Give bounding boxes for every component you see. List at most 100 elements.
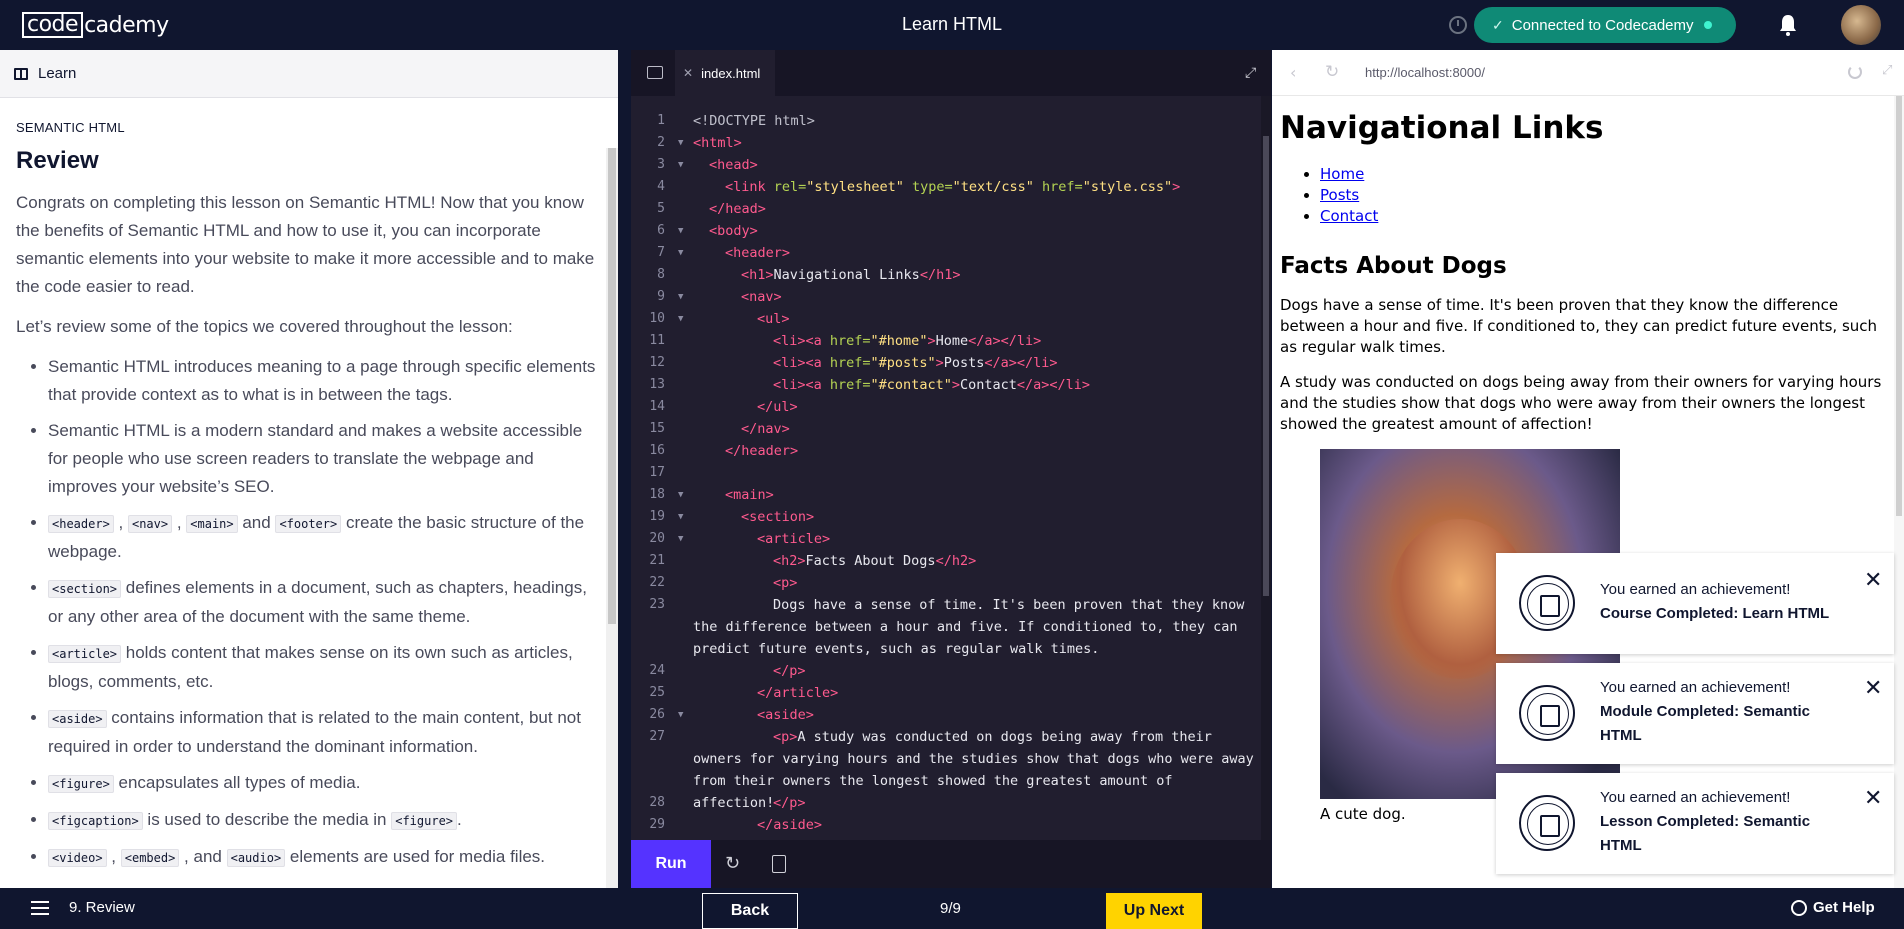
avatar[interactable] [1841,5,1881,45]
line-number: 3 [657,157,665,172]
code-token: > [935,355,944,371]
close-icon[interactable]: ✕ [1864,785,1882,811]
code-token: </a></li> [968,333,1042,349]
code-token: Navigational Links [773,267,920,283]
code-token: </ul> [757,399,798,415]
code-line: 12 <li><a href="#posts">Posts</a></li> [631,352,1271,374]
code-token: <aside> [757,707,814,723]
scrollbar-thumb[interactable] [608,148,616,624]
line-number: 9 [657,289,665,304]
timer-icon[interactable] [1449,16,1467,34]
scrollbar-thumb[interactable] [1896,96,1902,516]
code-token: "style.css" [1082,179,1173,195]
connected-status-button[interactable]: ✓ Connected to Codecademy [1474,7,1736,43]
book-icon [14,67,28,80]
code-token: > [1172,179,1181,195]
code-token: Home [935,333,969,349]
learn-scrollbar[interactable] [606,148,618,888]
list-item: <figure> encapsulates all types of media… [48,769,602,798]
code-token: </nav> [741,421,790,437]
code-line: 8 <h1>Navigational Links</h1> [631,264,1271,286]
lesson-breadcrumb[interactable]: 9. Review [69,899,135,916]
line-number: 24 [649,663,665,678]
back-arrow-icon[interactable]: ‹ [1290,63,1296,82]
list-item: <figcaption> is used to describe the med… [48,806,602,835]
inline-code: <aside> [48,710,107,728]
list-item: Semantic HTML is a modern standard and m… [48,417,602,501]
code-area[interactable]: 1 <!DOCTYPE html> 2 ▼ <html> 3 ▼ <head> 4 <link r… [631,110,1271,840]
copy-code-icon[interactable] [772,855,786,873]
code-token: <h2> [773,553,806,569]
reload-icon[interactable]: ↻ [1325,62,1339,82]
code-token: rel= [773,179,807,195]
fold-arrow-icon[interactable]: ▼ [678,484,683,506]
bell-icon[interactable] [1778,13,1798,37]
fold-arrow-icon[interactable]: ▼ [678,506,683,528]
line-number: 22 [649,575,665,590]
code-line: 25 </article> [631,682,1271,704]
fold-arrow-icon[interactable]: ▼ [678,220,683,242]
code-line-content: <article> [693,528,1259,550]
list-item-text: Semantic HTML introduces meaning to a pa… [48,357,596,404]
popout-icon[interactable]: ⤢ [1882,63,1892,78]
line-number: 19 [649,509,665,524]
up-next-button[interactable]: Up Next [1106,893,1202,929]
line-number: 28 [649,795,665,810]
code-line-content: <main> [693,484,1259,506]
line-number: 25 [649,685,665,700]
refresh-icon[interactable]: ↻ [725,853,740,874]
url-text[interactable]: http://localhost:8000/ [1365,65,1485,80]
fold-arrow-icon[interactable]: ▼ [678,242,683,264]
fold-arrow-icon[interactable]: ▼ [678,308,683,330]
fold-arrow-icon[interactable]: ▼ [678,286,683,308]
line-number: 10 [649,311,665,326]
code-line: 14 </ul> [631,396,1271,418]
link-contact[interactable]: Contact [1320,207,1378,225]
code-token: </aside> [757,817,823,833]
top-bar: code cademy Learn HTML ✓ Connected to Cod… [0,0,1904,50]
loading-icon [1848,65,1862,79]
fold-arrow-icon[interactable]: ▼ [678,132,683,154]
folder-icon[interactable] [647,66,663,79]
code-editor-panel: ✕ index.html ⤢ 1 <!DOCTYPE html> 2 ▼ <html> 3… [631,50,1271,888]
menu-icon[interactable] [31,901,49,915]
connected-label: Connected to Codecademy [1511,16,1694,34]
link-home[interactable]: Home [1320,165,1364,183]
fold-arrow-icon[interactable]: ▼ [678,154,683,176]
fold-arrow-icon[interactable]: ▼ [678,528,683,550]
fold-arrow-icon[interactable]: ▼ [678,704,683,726]
line-number: 2 [657,135,665,150]
code-line: 22 <p> [631,572,1271,594]
code-line-content: </p> [693,660,1259,682]
close-tab-icon[interactable]: ✕ [683,66,693,80]
code-line-content: Dogs have a sense of time. It's been pro… [693,594,1259,660]
line-number: 6 [657,223,665,238]
inline-code: <section> [48,580,122,598]
scrollbar-thumb[interactable] [1263,136,1269,596]
close-icon[interactable]: ✕ [1864,675,1882,701]
back-button[interactable]: Back [702,893,798,929]
achievement-toast: You earned an achievement! Module Comple… [1496,663,1894,764]
toast-line2: Course Completed: Learn HTML [1600,605,1830,622]
editor-footer: Run ↻ [631,840,1271,888]
achievement-badge-icon [1519,575,1575,631]
code-line-content: <html> [693,132,1259,154]
browser-scrollbar[interactable] [1894,96,1904,888]
review-list: Semantic HTML introduces meaning to a pa… [16,353,602,872]
link-posts[interactable]: Posts [1320,186,1359,204]
tab-index-html[interactable]: ✕ index.html [675,50,775,96]
run-button[interactable]: Run [631,840,711,888]
editor-scrollbar[interactable] [1261,96,1271,840]
learn-header: Learn [0,50,618,98]
code-line: 20 ▼ <article> [631,528,1271,550]
line-number: 29 [649,817,665,832]
close-icon[interactable]: ✕ [1864,567,1882,593]
code-line: 28 </p> [631,792,1271,814]
code-line-content: </aside> [693,814,1259,836]
list-item: Home [1320,164,1885,185]
get-help-button[interactable]: Get Help [1791,899,1875,916]
bottom-bar: 9. Review Back 9/9 Up Next Get Help [0,888,1904,929]
learn-header-label: Learn [38,65,77,82]
expand-icon[interactable]: ⤢ [1245,65,1259,81]
code-line: 21 <h2>Facts About Dogs</h2> [631,550,1271,572]
